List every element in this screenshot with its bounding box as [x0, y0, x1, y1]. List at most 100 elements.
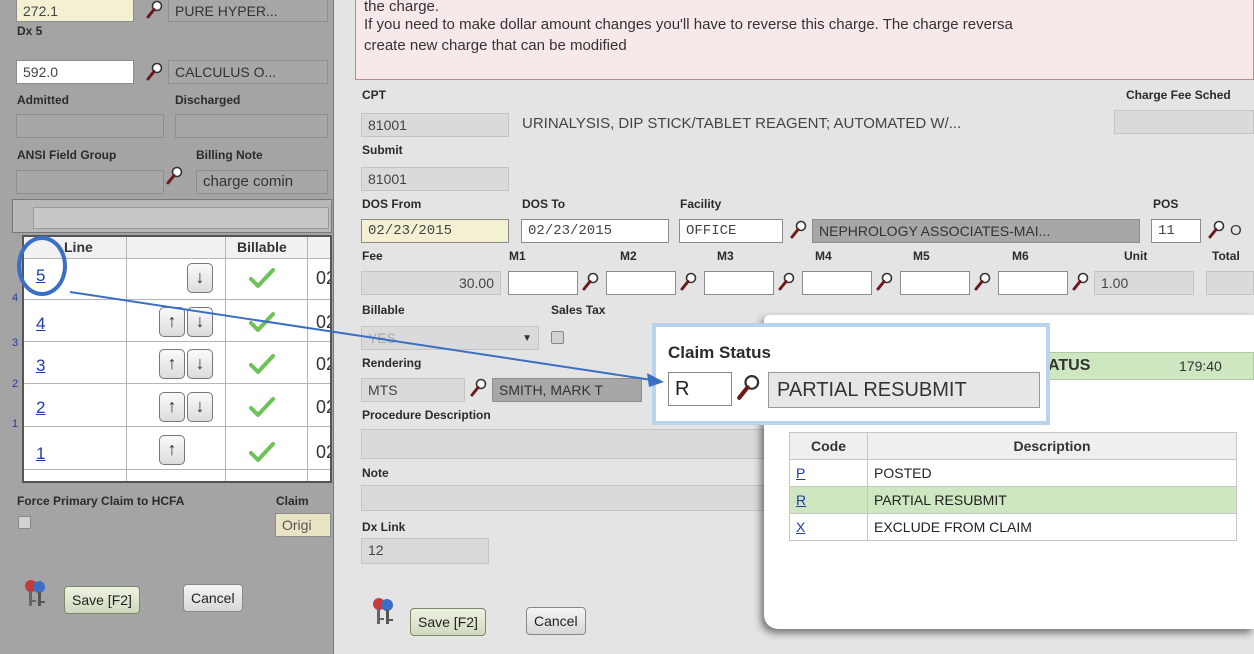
move-down-button[interactable]: ↓	[187, 349, 213, 379]
submit-field[interactable]: 81001	[361, 167, 509, 191]
sales-tax-label: Sales Tax	[551, 303, 606, 317]
m5-field[interactable]	[900, 271, 970, 295]
row-index-link[interactable]: 4	[12, 292, 18, 304]
note-field[interactable]	[361, 485, 765, 511]
ansi-field-group-field[interactable]	[16, 170, 164, 194]
code-link[interactable]: X	[796, 519, 805, 535]
chevron-down-icon: ▼	[522, 333, 532, 344]
dos-from-field[interactable]: 02/23/2015	[361, 219, 509, 243]
line-number-link[interactable]: 4	[36, 314, 45, 334]
m3-label: M3	[717, 249, 734, 263]
move-up-button[interactable]: ↑	[159, 349, 185, 379]
code-cell[interactable]: P	[789, 459, 868, 487]
search-icon[interactable]	[778, 272, 796, 292]
move-down-button[interactable]: ↓	[187, 263, 213, 293]
billable-check-icon	[249, 441, 275, 463]
total-field	[1206, 271, 1254, 295]
row-index-link[interactable]: 2	[12, 378, 18, 390]
rendering-field[interactable]: MTS	[361, 378, 465, 402]
move-down-button[interactable]: ↓	[187, 307, 213, 337]
admitted-label: Admitted	[17, 93, 69, 107]
billable-column-header[interactable]: Billable	[237, 239, 287, 261]
pos-field[interactable]: 11	[1151, 219, 1201, 243]
procedure-description-field[interactable]	[361, 429, 765, 459]
line-number-link[interactable]: 1	[36, 444, 45, 464]
rendering-label: Rendering	[362, 356, 422, 370]
billable-check-icon	[249, 396, 275, 418]
search-icon[interactable]	[736, 374, 762, 402]
claim-field[interactable]: Origi	[275, 513, 331, 537]
date-cell: 02	[316, 312, 330, 332]
cancel-button[interactable]: Cancel	[183, 584, 243, 612]
m4-field[interactable]	[802, 271, 872, 295]
table-row[interactable]: P POSTED	[789, 459, 1237, 487]
move-up-button[interactable]: ↑	[159, 392, 185, 422]
row-index-link[interactable]: 3	[12, 337, 18, 349]
discharged-field[interactable]	[175, 114, 328, 138]
facility-field[interactable]: OFFICE	[679, 219, 783, 243]
table-row[interactable]: X EXCLUDE FROM CLAIM	[789, 513, 1237, 541]
date-cell: 02	[316, 354, 330, 374]
code-cell[interactable]: X	[789, 513, 868, 541]
search-icon[interactable]	[470, 378, 488, 398]
move-up-button[interactable]: ↑	[159, 435, 185, 465]
search-icon[interactable]	[1072, 272, 1090, 292]
highlight-circle	[17, 236, 67, 296]
m6-field[interactable]	[998, 271, 1068, 295]
cpt-label-text: CPT	[362, 88, 386, 102]
admitted-field[interactable]	[16, 114, 164, 138]
billable-select[interactable]: YES ▼	[361, 326, 539, 350]
save-button[interactable]: Save [F2]	[410, 608, 486, 636]
search-icon[interactable]	[876, 272, 894, 292]
description-column-header[interactable]: Description	[867, 432, 1237, 460]
m2-field[interactable]	[606, 271, 676, 295]
search-icon[interactable]	[1208, 220, 1226, 240]
row-index-link[interactable]: 1	[12, 418, 18, 430]
facility-label: Facility	[680, 197, 722, 211]
search-icon[interactable]	[680, 272, 698, 292]
table-header-row: Code Description	[789, 432, 1237, 460]
description-cell[interactable]: PARTIAL RESUBMIT	[867, 486, 1237, 514]
sales-tax-checkbox[interactable]	[551, 331, 564, 344]
code-column-header[interactable]: Code	[789, 432, 868, 460]
search-icon[interactable]	[146, 62, 164, 82]
cpt-field[interactable]: 81001	[361, 113, 509, 137]
line-number-link[interactable]: 2	[36, 398, 45, 418]
m3-field[interactable]	[704, 271, 774, 295]
line-number-link[interactable]: 3	[36, 356, 45, 376]
m1-field[interactable]	[508, 271, 578, 295]
dx-link-field[interactable]: 12	[361, 538, 489, 564]
fee-field[interactable]: 30.00	[361, 271, 501, 295]
line-column-header[interactable]: Line	[64, 239, 93, 261]
description-cell[interactable]: POSTED	[867, 459, 1237, 487]
cancel-button[interactable]: Cancel	[526, 607, 586, 635]
move-up-button[interactable]: ↑	[159, 307, 185, 337]
force-primary-checkbox[interactable]	[18, 516, 31, 529]
dx4-field[interactable]: 272.1	[16, 0, 134, 22]
search-icon[interactable]	[146, 0, 164, 20]
search-icon[interactable]	[790, 220, 808, 240]
table-row-selected[interactable]: R PARTIAL RESUBMIT	[789, 486, 1237, 514]
table-toolbar	[12, 199, 332, 233]
save-button[interactable]: Save [F2]	[64, 586, 140, 614]
claim-status-callout: Claim Status R PARTIAL RESUBMIT	[652, 323, 1050, 425]
code-link[interactable]: P	[796, 465, 805, 481]
charge-fee-schedule-field[interactable]	[1114, 110, 1254, 134]
claim-status-description: PARTIAL RESUBMIT	[768, 372, 1040, 408]
billable-select-value: YES	[368, 330, 397, 346]
message-line-1: the charge.	[364, 0, 440, 15]
unit-field[interactable]: 1.00	[1094, 271, 1194, 295]
code-cell[interactable]: R	[789, 486, 868, 514]
claim-status-field[interactable]: R	[668, 372, 732, 406]
dx5-field[interactable]: 592.0	[16, 60, 134, 84]
date-cell: 02	[316, 442, 330, 462]
description-cell[interactable]: EXCLUDE FROM CLAIM	[867, 513, 1237, 541]
search-icon[interactable]	[582, 272, 600, 292]
move-down-button[interactable]: ↓	[187, 392, 213, 422]
date-cell: 02	[316, 397, 330, 417]
search-icon[interactable]	[974, 272, 992, 292]
billing-note-field[interactable]: charge comin	[196, 170, 328, 194]
dos-to-field[interactable]: 02/23/2015	[521, 219, 669, 243]
search-icon[interactable]	[166, 166, 184, 186]
code-link[interactable]: R	[796, 492, 806, 508]
